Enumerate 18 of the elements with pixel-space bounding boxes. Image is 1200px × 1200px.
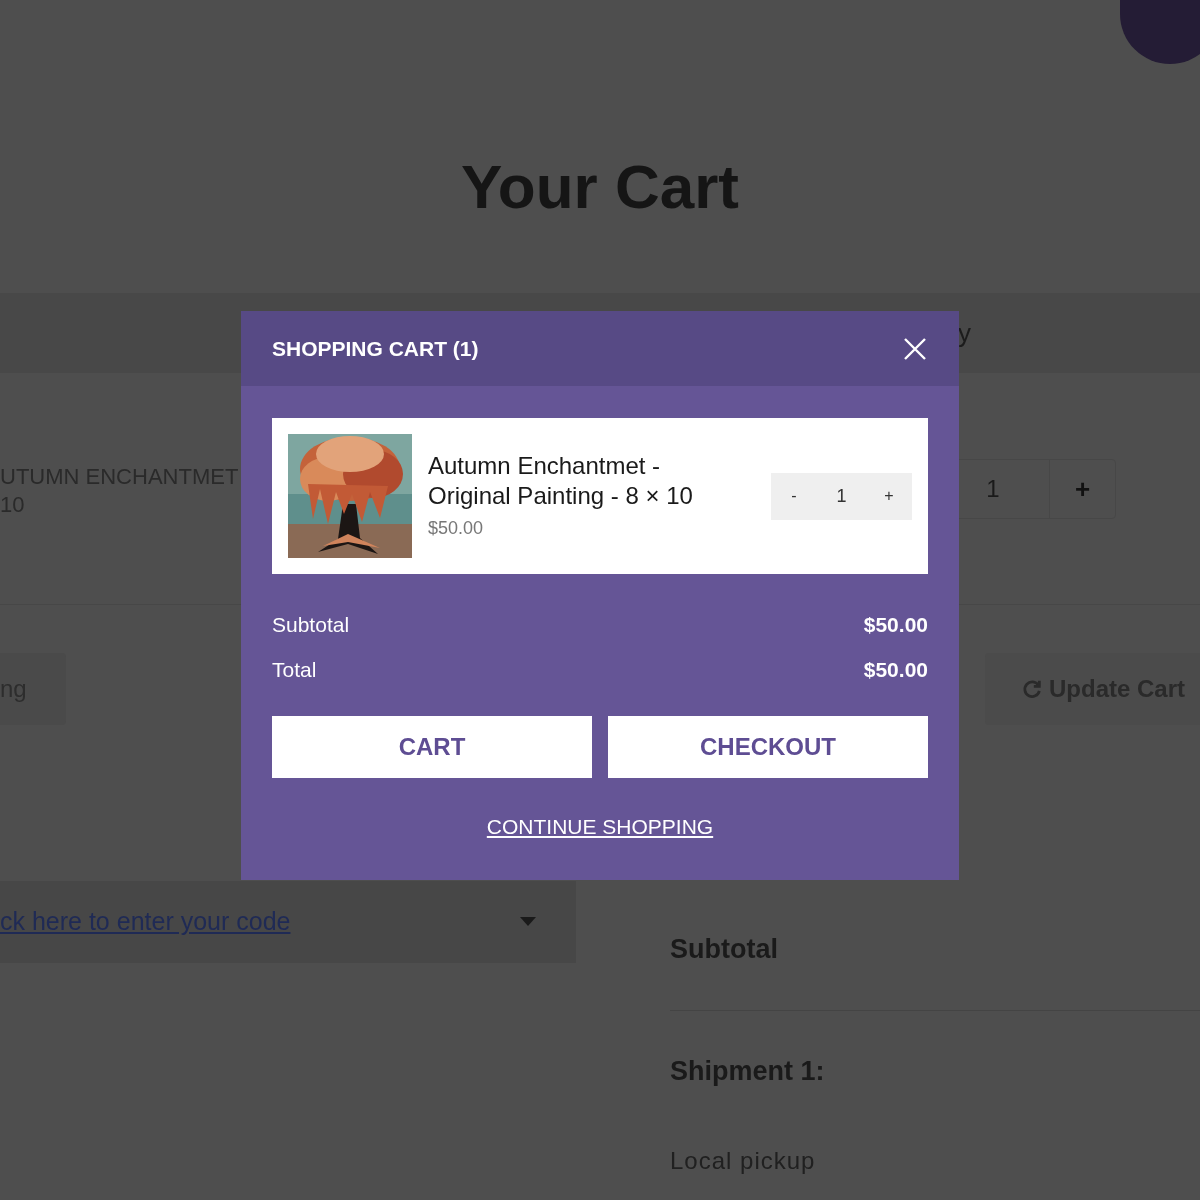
- checkout-button[interactable]: CHECKOUT: [608, 716, 928, 778]
- close-icon: [903, 336, 927, 361]
- summary-label: Subtotal: [272, 611, 350, 638]
- summary-value: $50.00: [863, 611, 928, 638]
- decrease-button[interactable]: -: [771, 472, 817, 520]
- caret-icon: [520, 917, 536, 927]
- view-cart-button[interactable]: CART: [272, 716, 592, 778]
- refresh-icon: [1021, 678, 1043, 700]
- summary-label: Total: [272, 656, 317, 683]
- item-price: $50.00: [428, 516, 485, 540]
- modal-title: SHOPPING CART (1): [272, 335, 479, 362]
- quantity-value: 1: [835, 484, 848, 508]
- continue-shopping-link[interactable]: CONTINUE SHOPPING: [486, 811, 714, 843]
- close-button[interactable]: [902, 335, 928, 362]
- summary-value: $50.00: [863, 656, 928, 683]
- item-name: Autumn Enchantmet - Original Painting - 8 × 10: [428, 450, 694, 511]
- increase-button[interactable]: +: [866, 472, 912, 520]
- page-title: Your Cart: [461, 152, 739, 222]
